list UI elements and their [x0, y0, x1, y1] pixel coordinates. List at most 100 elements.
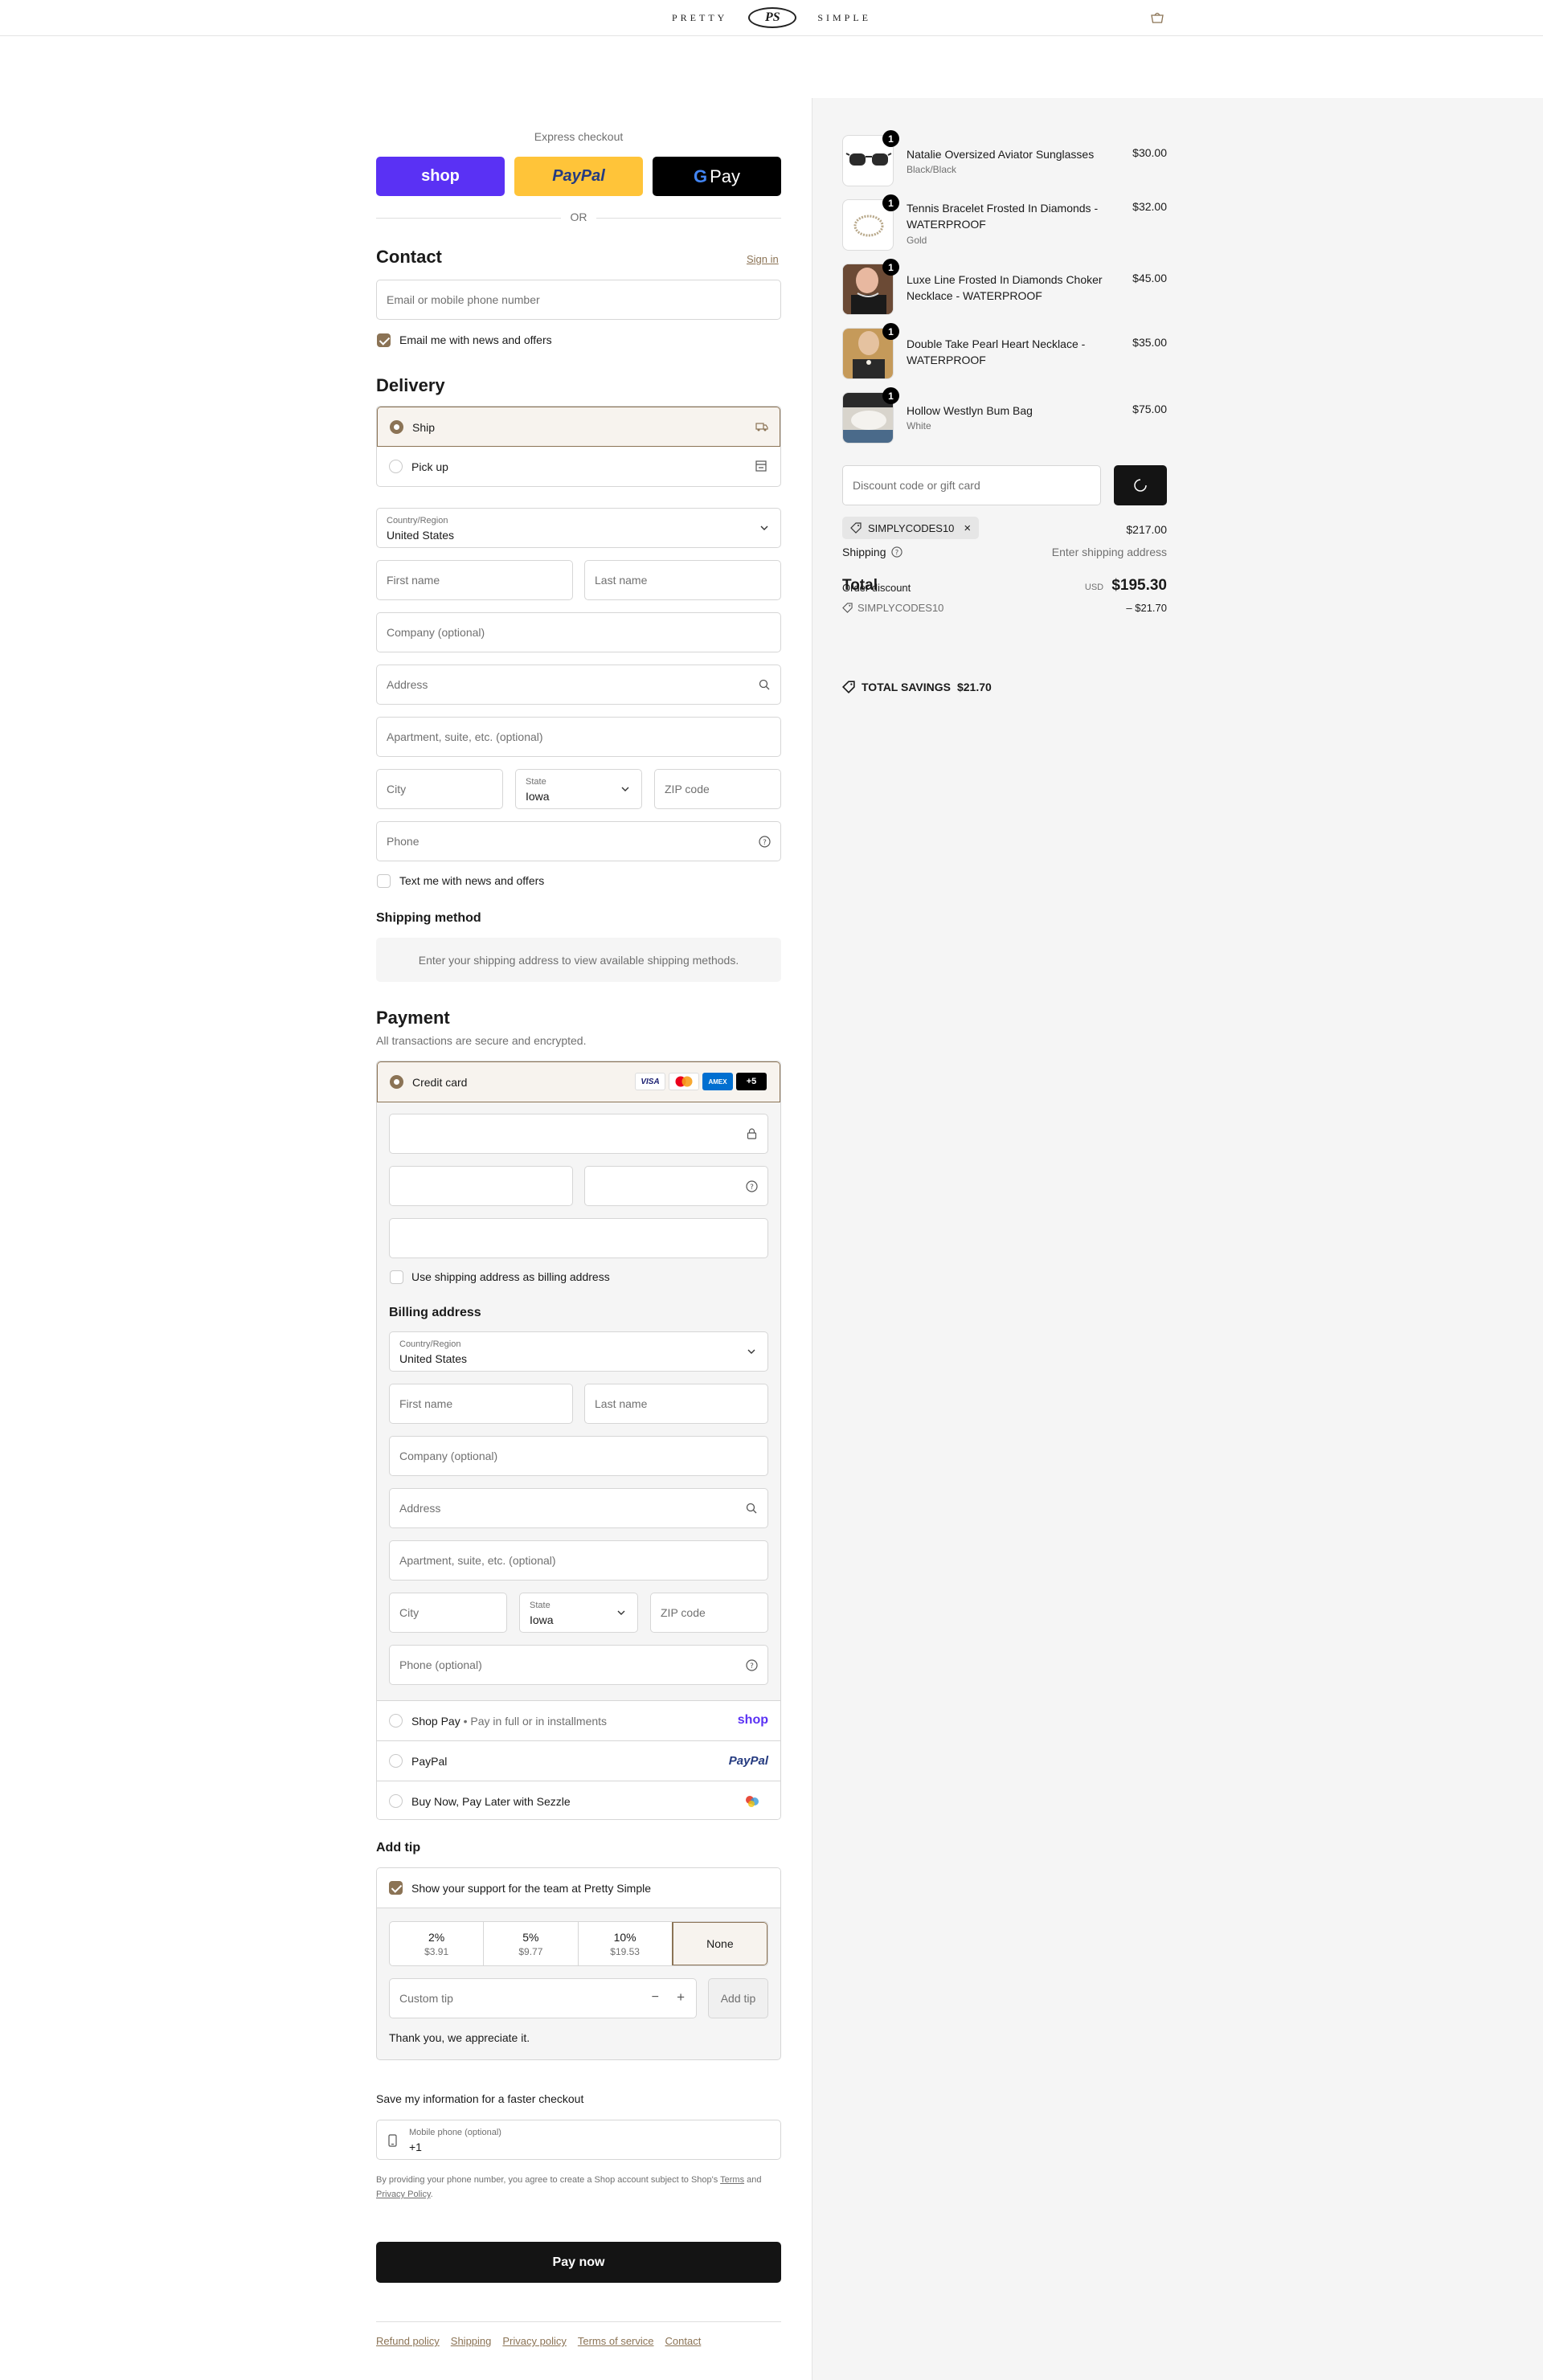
company-field[interactable]: Company (optional) [376, 612, 781, 652]
phone-field[interactable]: Phone ? [376, 821, 781, 861]
billing-address-field[interactable]: Address [389, 1488, 768, 1528]
paypal-radio[interactable] [389, 1754, 403, 1768]
tag-icon [850, 522, 862, 534]
chevron-down-icon [615, 1606, 628, 1619]
credit-card-option[interactable]: Credit card VISA AMEX +5 [377, 1061, 780, 1102]
product-price: $75.00 [1132, 403, 1167, 415]
shopping-bag-icon[interactable] [1149, 11, 1165, 24]
ship-radio[interactable] [390, 420, 403, 434]
paypal-option[interactable]: PayPal PayPal [377, 1740, 780, 1781]
billing-state-select[interactable]: State Iowa [519, 1593, 638, 1633]
tip-amount: $9.77 [518, 1946, 543, 1957]
billing-company-placeholder: Company (optional) [399, 1450, 498, 1462]
quantity-badge: 1 [882, 130, 899, 147]
phone-placeholder: Phone [387, 835, 420, 848]
privacy-link[interactable]: Privacy Policy [376, 2190, 431, 2199]
payment-title: Payment [376, 1008, 450, 1028]
city-field[interactable]: City [376, 769, 503, 809]
billing-country-select[interactable]: Country/Region United States [389, 1331, 768, 1372]
zip-field[interactable]: ZIP code [654, 769, 781, 809]
billing-apartment-field[interactable]: Apartment, suite, etc. (optional) [389, 1540, 768, 1581]
visa-logo: VISA [635, 1073, 665, 1090]
tip-option-10[interactable]: 10% $19.53 [579, 1922, 673, 1965]
pickup-option[interactable]: Pick up [377, 447, 780, 486]
apartment-field[interactable]: Apartment, suite, etc. (optional) [376, 717, 781, 757]
store-logo[interactable]: PRETTY PS SIMPLE [672, 6, 871, 29]
address-placeholder: Address [387, 678, 428, 691]
tip-options: 2% $3.91 5% $9.77 10% $19.53 None [389, 1921, 768, 1966]
expiry-field[interactable] [389, 1166, 573, 1206]
help-icon[interactable]: ? [745, 1658, 758, 1671]
billing-first-name-field[interactable]: First name [389, 1384, 573, 1424]
mastercard-logo [669, 1073, 699, 1090]
state-select[interactable]: State Iowa [515, 769, 642, 809]
email-field[interactable]: Email or mobile phone number [376, 280, 781, 320]
first-name-placeholder: First name [387, 574, 440, 587]
billing-zip-field[interactable]: ZIP code [650, 1593, 768, 1633]
search-icon [745, 1502, 758, 1515]
text-news-checkbox[interactable] [377, 874, 391, 888]
paypal-button[interactable]: PayPal [514, 157, 643, 196]
last-name-field[interactable]: Last name [584, 560, 781, 600]
chevron-down-icon [745, 1345, 758, 1358]
pay-now-button[interactable]: Pay now [376, 2242, 781, 2283]
privacy-policy-link[interactable]: Privacy policy [502, 2335, 566, 2347]
billing-phone-field[interactable]: Phone (optional) ? [389, 1645, 768, 1685]
billing-last-name-field[interactable]: Last name [584, 1384, 768, 1424]
google-pay-button[interactable]: G Pay [653, 157, 781, 196]
billing-city-field[interactable]: City [389, 1593, 507, 1633]
shipping-link[interactable]: Shipping [451, 2335, 492, 2347]
credit-card-radio[interactable] [390, 1075, 403, 1089]
address-field[interactable]: Address [376, 665, 781, 705]
terms-link[interactable]: Terms [720, 2175, 744, 2185]
shipping-method-title: Shipping method [376, 911, 481, 925]
custom-tip-field[interactable]: Custom tip − + [389, 1978, 697, 2018]
phone-icon [388, 2134, 397, 2150]
help-icon[interactable]: ? [758, 835, 771, 848]
contact-link[interactable]: Contact [665, 2335, 702, 2347]
terms-of-service-link[interactable]: Terms of service [578, 2335, 654, 2347]
plus-icon[interactable]: + [677, 1989, 685, 2006]
email-news-checkbox[interactable] [377, 333, 391, 347]
legal-period: . [430, 2190, 433, 2199]
search-icon [758, 678, 771, 691]
card-number-field[interactable] [389, 1114, 768, 1154]
help-icon: ? [890, 546, 902, 558]
help-icon[interactable]: ? [745, 1180, 758, 1192]
ship-option[interactable]: Ship [377, 407, 780, 447]
first-name-field[interactable]: First name [376, 560, 573, 600]
tip-option-none[interactable]: None [672, 1922, 767, 1965]
discount-value: – $21.70 [1126, 602, 1167, 614]
billing-company-field[interactable]: Company (optional) [389, 1436, 768, 1476]
pickup-radio[interactable] [389, 460, 403, 473]
tip-option-5[interactable]: 5% $9.77 [484, 1922, 579, 1965]
use-shipping-label: Use shipping address as billing address [411, 1270, 610, 1283]
name-on-card-field[interactable] [389, 1218, 768, 1258]
sezzle-radio[interactable] [389, 1794, 403, 1808]
tip-option-2[interactable]: 2% $3.91 [390, 1922, 485, 1965]
shop-pay-radio[interactable] [389, 1714, 403, 1728]
billing-city-placeholder: City [399, 1606, 420, 1619]
shop-pay-button[interactable]: shop [376, 157, 505, 196]
sezzle-option[interactable]: Buy Now, Pay Later with Sezzle [377, 1781, 780, 1819]
tip-support-checkbox[interactable] [389, 1881, 403, 1895]
shop-pay-option[interactable]: Shop Pay • Pay in full or in installment… [377, 1700, 780, 1740]
security-code-field[interactable]: ? [584, 1166, 768, 1206]
product-variant: White [907, 420, 931, 431]
tip-support-row[interactable]: Show your support for the team at Pretty… [377, 1868, 780, 1908]
use-shipping-checkbox[interactable] [390, 1270, 403, 1284]
add-tip-button[interactable]: Add tip [708, 1978, 768, 2018]
apply-discount-button[interactable] [1114, 465, 1167, 505]
mobile-phone-field[interactable]: Mobile phone (optional) +1 [376, 2120, 781, 2160]
sign-in-link[interactable]: Sign in [747, 253, 779, 265]
sezzle-label: Buy Now, Pay Later with Sezzle [411, 1795, 571, 1808]
shop-pay-label: Shop Pay [411, 1715, 460, 1728]
email-news-label: Email me with news and offers [399, 333, 552, 346]
minus-icon[interactable]: − [652, 1990, 659, 2005]
refund-policy-link[interactable]: Refund policy [376, 2335, 440, 2347]
remove-code-icon[interactable]: × [964, 521, 971, 535]
discount-code-field[interactable]: Discount code or gift card [842, 465, 1101, 505]
footer-divider [376, 2321, 781, 2322]
country-select[interactable]: Country/Region United States [376, 508, 781, 548]
tip-pct: 2% [428, 1931, 445, 1944]
